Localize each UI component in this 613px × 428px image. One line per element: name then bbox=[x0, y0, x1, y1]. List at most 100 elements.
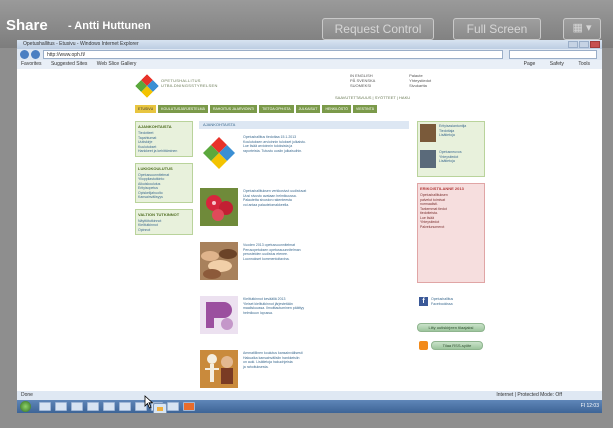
purple-shapes-icon bbox=[200, 296, 238, 334]
news-heading: AJANKOHTAISTA bbox=[199, 121, 409, 129]
alert-link[interactable]: Palvelunumerot bbox=[420, 225, 482, 230]
right-sidebar: Erityisasiantuntija Tiedottaja Lisätieto… bbox=[417, 121, 485, 352]
alert-heading: ERIKOISTILANNE 2013 bbox=[420, 186, 464, 191]
taskbar-app-icon[interactable] bbox=[71, 402, 83, 411]
nav-item-4[interactable]: JULKAISUT bbox=[295, 105, 321, 113]
rss-icon[interactable] bbox=[419, 341, 428, 350]
maximize-icon[interactable] bbox=[579, 41, 589, 48]
security-zone: Internet | Protected Mode: Off bbox=[496, 392, 562, 398]
page-menu[interactable]: Page bbox=[524, 61, 536, 67]
sidebar-box: LUKIOKOULUTUS Opetussuunnitelmat Ylioppi… bbox=[135, 162, 193, 203]
address-row: http://www.oph.fi/ bbox=[17, 49, 602, 60]
news-line: raporteista. Tutustu uusiin julkaisuihin… bbox=[243, 148, 303, 153]
news-item[interactable]: Vuoden 2013 opetussuunnitelmat Perusopet… bbox=[199, 241, 409, 292]
viewer-menu-button[interactable]: ▦ ▾ bbox=[563, 18, 601, 40]
search-box[interactable] bbox=[509, 50, 597, 59]
shared-desktop: Opetushallitus - Etusivu - Windows Inter… bbox=[17, 40, 602, 413]
sidebar-link[interactable]: Kansainvälisyys bbox=[138, 195, 190, 200]
facebook-text: Opetushallitus bbox=[431, 297, 454, 301]
browser-content: OPETUSHALLITUS UTBILDNINGSSTYRELSEN IN E… bbox=[17, 69, 602, 400]
contact-box: Erityisasiantuntija Tiedottaja Lisätieto… bbox=[417, 121, 485, 177]
suggested-sites-link[interactable]: Suggested Sites bbox=[51, 61, 87, 67]
facebook-text: Facebookissa bbox=[431, 301, 453, 306]
nav-item-3[interactable]: TIETOA OPH:STA bbox=[259, 105, 294, 113]
browser-window: Opetushallitus - Etusivu - Windows Inter… bbox=[17, 40, 602, 400]
web-slice-link[interactable]: Web Slice Gallery bbox=[97, 61, 137, 67]
news-line: Luonnokset kommentoitavina. bbox=[243, 256, 290, 261]
close-icon[interactable] bbox=[590, 41, 600, 48]
taskbar-app-icon[interactable] bbox=[183, 402, 195, 411]
tools-menu[interactable]: Tools bbox=[578, 61, 590, 67]
news-line: voi antaa palautelomakkeella. bbox=[243, 202, 290, 207]
back-icon[interactable] bbox=[20, 50, 29, 59]
skeleton-model-icon bbox=[200, 350, 238, 388]
nav-item-2[interactable]: RAHOITUS JA ARVIOINTI bbox=[209, 105, 258, 113]
taskbar-app-icon[interactable] bbox=[103, 402, 115, 411]
news-item[interactable]: Opetushallitus tiedottaa 15.1.2013 Koulu… bbox=[199, 133, 409, 184]
contact-link[interactable]: Lisätietoja bbox=[439, 133, 466, 138]
lang-link-fi[interactable]: SUOMEKSI bbox=[350, 83, 408, 88]
news-line: helmikuun lopussa. bbox=[243, 310, 273, 315]
share-title: Share bbox=[6, 17, 48, 34]
rss-button[interactable]: Tilaa RSS-syöte bbox=[431, 341, 483, 350]
nav-item-6[interactable]: VIESTINTÄ bbox=[353, 105, 378, 113]
favorites-bar: Favorites Suggested Sites Web Slice Gall… bbox=[17, 60, 602, 69]
avatar bbox=[420, 150, 436, 168]
taskbar-app-icon[interactable] bbox=[39, 402, 51, 411]
status-text: Done bbox=[21, 392, 33, 398]
facebook-icon: f bbox=[419, 297, 428, 306]
alert-box: ERIKOISTILANNE 2013 Opetushallituksen pa… bbox=[417, 183, 485, 283]
sidebar-box-heading: VALTION TUTKINNOT bbox=[138, 211, 180, 217]
nav-item-5[interactable]: HENKILÖSTÖ bbox=[322, 105, 352, 113]
minimize-icon[interactable] bbox=[568, 41, 578, 48]
sidebar-box-heading: AJANKOHTAISTA bbox=[138, 124, 172, 129]
top-links: IN ENGLISH PÅ SVENSKA SUOMEKSI Palaute Y… bbox=[350, 73, 480, 88]
address-bar[interactable]: http://www.oph.fi/ bbox=[43, 50, 503, 59]
browser-titlebar: Opetushallitus - Etusivu - Windows Inter… bbox=[17, 40, 602, 49]
news-item[interactable]: Kielitutkinnot keväällä 2013 Yleiset kie… bbox=[199, 295, 409, 346]
contact-person[interactable]: Erityisasiantuntija Tiedottaja Lisätieto… bbox=[420, 124, 482, 148]
sidebar-box: AJANKOHTAISTA Tiedotteet Tapahtumat Uuti… bbox=[135, 121, 193, 157]
red-flowers-icon bbox=[200, 188, 238, 226]
remote-control-icon bbox=[153, 403, 167, 413]
nav-item-1[interactable]: KOULUTUSJÄRJESTELMÄ bbox=[158, 105, 208, 113]
newsletter-button[interactable]: Liity uutiskirjeen tilaajaksi bbox=[417, 323, 485, 332]
taskbar: FI 12:03 bbox=[17, 400, 602, 413]
contact-link[interactable]: Lisätietoja bbox=[439, 159, 462, 164]
sidebar-link[interactable]: Hankkeet ja kehittäminen bbox=[138, 149, 190, 154]
sidebar-link[interactable]: Opinnot bbox=[138, 228, 190, 233]
contact-name: Erityisasiantuntija bbox=[439, 124, 467, 128]
safety-menu[interactable]: Safety bbox=[550, 61, 564, 67]
status-bar: Done Internet | Protected Mode: Off bbox=[17, 391, 602, 400]
request-control-button[interactable]: Request Control bbox=[322, 18, 434, 40]
taskbar-app-icon[interactable] bbox=[55, 402, 67, 411]
presenter-name: - Antti Huttunen bbox=[68, 20, 151, 32]
news-column: AJANKOHTAISTA Opetushallitus tiedottaa 1… bbox=[199, 121, 409, 400]
oph-logo-icon[interactable] bbox=[135, 74, 159, 98]
taskbar-app-icon[interactable] bbox=[167, 402, 179, 411]
nav-item-home[interactable]: ETUSIVU bbox=[135, 105, 157, 113]
web-page: OPETUSHALLITUS UTBILDNINGSSTYRELSEN IN E… bbox=[125, 71, 490, 400]
grid-menu-icon: ▦ ▾ bbox=[572, 22, 592, 34]
facebook-link[interactable]: f Opetushallitus Facebookissa bbox=[417, 295, 485, 311]
news-item[interactable]: Opetushallituksen verkkosivut uudistuvat… bbox=[199, 187, 409, 238]
hands-together-icon bbox=[200, 242, 238, 280]
sidebar-box-heading: LUKIOKOULUTUS bbox=[138, 165, 173, 171]
avatar bbox=[420, 124, 436, 142]
forward-icon[interactable] bbox=[31, 50, 40, 59]
full-screen-button[interactable]: Full Screen bbox=[453, 18, 541, 40]
logo-text: OPETUSHALLITUS UTBILDNINGSSTYRELSEN bbox=[161, 78, 218, 88]
sitemap-link[interactable]: Sivukartta bbox=[409, 83, 467, 88]
sidebar-box: VALTION TUTKINNOT Näyttötutkinnot Kielit… bbox=[135, 208, 193, 235]
contact-person[interactable]: Opetusneuvos Yhteystiedot Lisätietoja bbox=[420, 150, 482, 174]
favorites-link[interactable]: Favorites bbox=[21, 61, 42, 67]
taskbar-app-icon[interactable] bbox=[119, 402, 131, 411]
taskbar-app-icon[interactable] bbox=[87, 402, 99, 411]
left-sidebar: AJANKOHTAISTA Tiedotteet Tapahtumat Uuti… bbox=[135, 121, 193, 241]
start-button[interactable] bbox=[20, 401, 31, 412]
rss-row: Tilaa RSS-syöte bbox=[417, 340, 485, 352]
colorful-diamond-icon bbox=[200, 134, 238, 172]
main-nav: ETUSIVU KOULUTUSJÄRJESTELMÄ RAHOITUS JA … bbox=[135, 105, 405, 113]
top-sub-links[interactable]: SAAVUTETTAVUUS | SYÖTTEET | HAKU bbox=[335, 95, 485, 100]
browser-title: Opetushallitus - Etusivu - Windows Inter… bbox=[23, 41, 139, 47]
